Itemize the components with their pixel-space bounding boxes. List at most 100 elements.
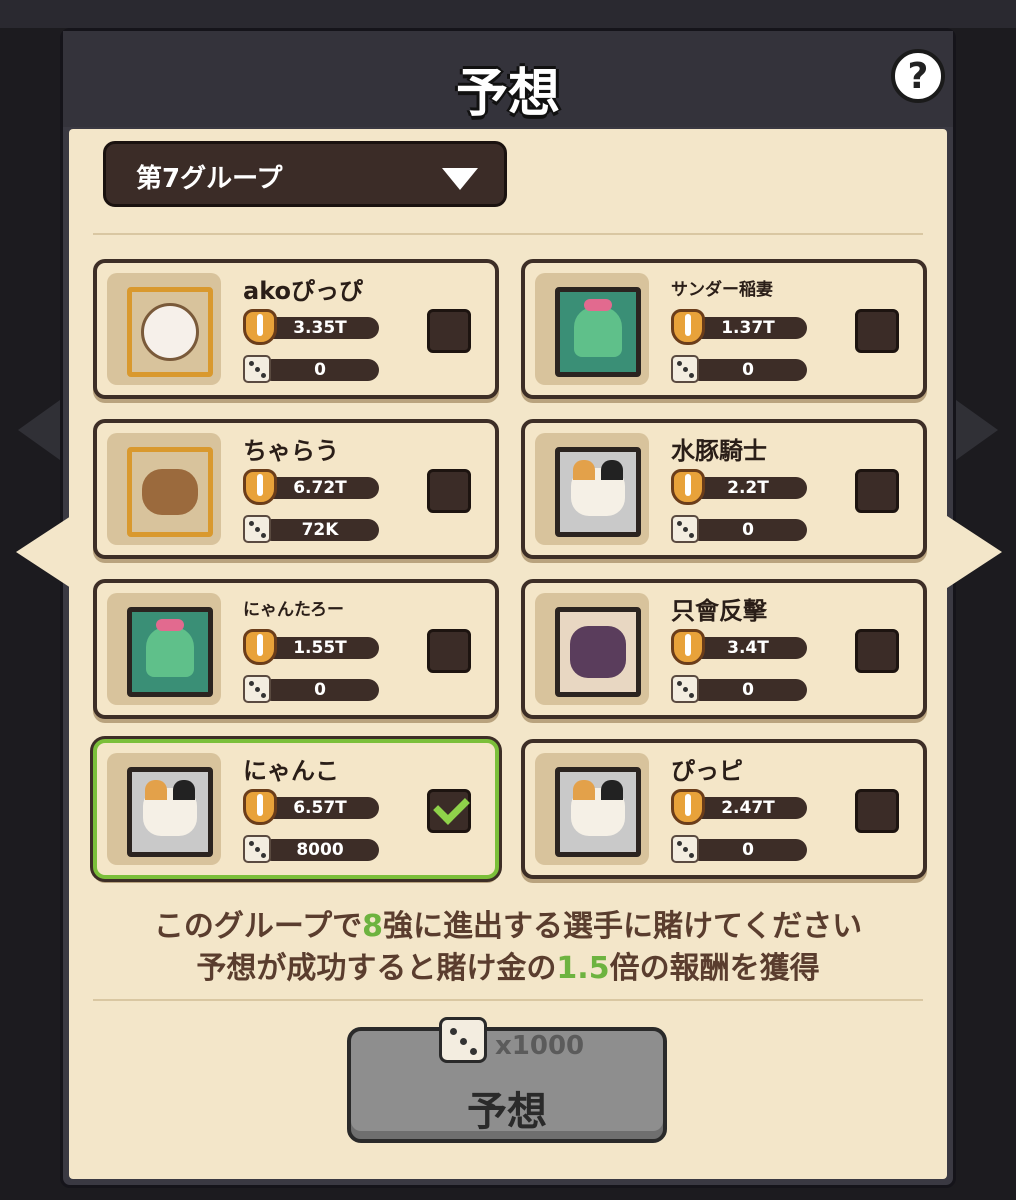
background-arrow-right xyxy=(956,400,998,460)
avatar-face xyxy=(141,303,199,361)
sword-shield-icon xyxy=(671,469,705,505)
dice-icon xyxy=(243,355,271,383)
capybara-avatar xyxy=(127,447,213,537)
cat-avatar xyxy=(555,767,641,857)
bet-stat: 0 xyxy=(243,355,379,383)
power-value: 2.47T xyxy=(689,797,807,819)
power-stat: 3.35T xyxy=(243,309,379,345)
power-value: 1.55T xyxy=(261,637,379,659)
player-card[interactable]: にゃんたろー 1.55T 0 xyxy=(93,579,499,719)
avatar-well xyxy=(535,433,649,545)
bet-stat: 0 xyxy=(671,675,807,703)
power-stat: 3.4T xyxy=(671,629,807,665)
bet-stat: 0 xyxy=(671,355,807,383)
bet-stat: 72K xyxy=(243,515,379,543)
bet-value: 0 xyxy=(689,519,807,541)
player-card[interactable]: ぴっピ 2.47T 0 xyxy=(521,739,927,879)
select-checkbox[interactable] xyxy=(427,629,471,673)
predict-cost: x1000 xyxy=(495,1031,585,1061)
info-line-1-text-a: このグループで xyxy=(153,909,363,944)
player-name: ちゃらう xyxy=(243,437,339,465)
power-value: 3.4T xyxy=(689,637,807,659)
bet-value: 8000 xyxy=(261,839,379,861)
dialog-title: 予想 xyxy=(455,64,560,124)
next-arrow-button[interactable] xyxy=(944,514,1002,590)
player-card[interactable]: 只會反擊 3.4T 0 xyxy=(521,579,927,719)
avatar-well xyxy=(107,593,221,705)
avatar-face xyxy=(571,460,625,516)
player-name: 只會反擊 xyxy=(671,597,767,625)
avatar-face xyxy=(146,619,194,677)
group-dropdown[interactable]: 第7グループ xyxy=(103,141,507,207)
dialog-content: 第7グループ akoぴっぴ 3.35T 0 サンダー稲妻 1.37T 0 ちゃらう 6.72T… xyxy=(69,129,947,1179)
bet-value: 0 xyxy=(689,359,807,381)
bet-value: 0 xyxy=(689,679,807,701)
select-checkbox[interactable] xyxy=(427,309,471,353)
sword-shield-icon xyxy=(671,309,705,345)
divider-top xyxy=(93,233,923,235)
player-name: サンダー稲妻 xyxy=(671,280,773,300)
player-name: にゃんたろー xyxy=(243,600,344,620)
background-top xyxy=(0,0,1016,28)
player-name: ぴっピ xyxy=(671,757,743,785)
select-checkbox[interactable] xyxy=(855,789,899,833)
cactus-avatar xyxy=(555,287,641,377)
predict-button-label: 予想 xyxy=(467,1089,547,1135)
avatar-face xyxy=(143,780,197,836)
sword-shield-icon xyxy=(243,629,277,665)
masked-avatar xyxy=(555,607,641,697)
avatar-face xyxy=(570,626,626,678)
power-value: 3.35T xyxy=(261,317,379,339)
checkmark-icon xyxy=(433,788,470,825)
cat-avatar xyxy=(127,767,213,857)
player-name: 水豚騎士 xyxy=(671,437,767,465)
sword-shield-icon xyxy=(671,629,705,665)
player-card[interactable]: 水豚騎士 2.2T 0 xyxy=(521,419,927,559)
player-card[interactable]: サンダー稲妻 1.37T 0 xyxy=(521,259,927,399)
select-checkbox[interactable] xyxy=(855,309,899,353)
cactus-avatar xyxy=(127,607,213,697)
select-checkbox[interactable] xyxy=(427,788,471,833)
power-value: 1.37T xyxy=(689,317,807,339)
player-card[interactable]: ちゃらう 6.72T 72K xyxy=(93,419,499,559)
triangle-down-icon xyxy=(442,168,478,190)
bet-value: 0 xyxy=(261,679,379,701)
player-card[interactable]: akoぴっぴ 3.35T 0 xyxy=(93,259,499,399)
sword-shield-icon xyxy=(243,789,277,825)
dice-icon xyxy=(243,835,271,863)
divider-bottom xyxy=(93,999,923,1001)
prev-arrow-button[interactable] xyxy=(16,514,74,590)
dice-icon xyxy=(671,355,699,383)
bet-value: 0 xyxy=(689,839,807,861)
bet-value: 72K xyxy=(261,519,379,541)
help-button[interactable]: ? xyxy=(891,49,945,103)
power-stat: 2.2T xyxy=(671,469,807,505)
predict-button[interactable]: x1000 予想 xyxy=(347,1017,667,1143)
bet-stat: 0 xyxy=(243,675,379,703)
dice-icon xyxy=(671,835,699,863)
question-mark-icon: ? xyxy=(907,55,929,97)
hero-avatar xyxy=(127,287,213,377)
group-dropdown-label: 第7グループ xyxy=(136,164,283,194)
select-checkbox[interactable] xyxy=(427,469,471,513)
player-card[interactable]: にゃんこ 6.57T 8000 xyxy=(93,739,499,879)
avatar-well xyxy=(107,273,221,385)
info-line-2: 予想が成功すると賭け金の1.5倍の報酬を獲得 xyxy=(69,943,947,987)
dice-icon xyxy=(671,515,699,543)
select-checkbox[interactable] xyxy=(855,469,899,513)
dice-icon xyxy=(439,1017,487,1063)
cat-avatar xyxy=(555,447,641,537)
bet-stat: 0 xyxy=(671,835,807,863)
bet-stat: 8000 xyxy=(243,835,379,863)
player-name: にゃんこ xyxy=(243,757,339,785)
dialog-titlebar: 予想 ? xyxy=(63,31,953,127)
power-stat: 2.47T xyxy=(671,789,807,825)
power-stat: 1.37T xyxy=(671,309,807,345)
dice-icon xyxy=(243,675,271,703)
avatar-well xyxy=(107,753,221,865)
select-checkbox[interactable] xyxy=(855,629,899,673)
info-line-1-highlight: 8 xyxy=(362,909,383,944)
avatar-well xyxy=(535,273,649,385)
avatar-face xyxy=(571,780,625,836)
avatar-well xyxy=(535,593,649,705)
